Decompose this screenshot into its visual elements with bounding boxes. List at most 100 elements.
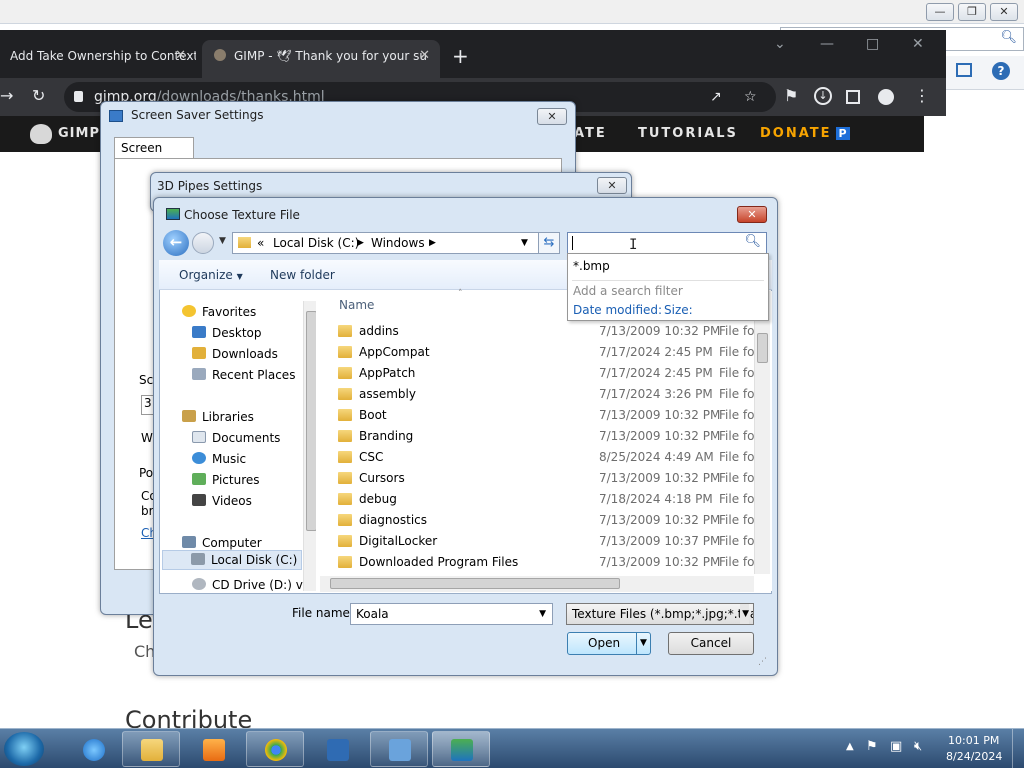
close-button[interactable]: ✕ [737, 206, 767, 223]
nav-desktop[interactable]: Desktop [192, 326, 262, 340]
table-row[interactable]: addins 7/13/2009 10:32 PM File fol [316, 321, 756, 342]
filter-size[interactable]: Size: [664, 303, 693, 317]
cancel-button[interactable]: Cancel [668, 632, 754, 655]
profile-icon[interactable] [878, 89, 894, 105]
new-folder-button[interactable]: New folder [270, 268, 335, 282]
chevron-down-icon[interactable]: ▼ [740, 604, 749, 624]
chevron-right-icon[interactable]: ▶ [357, 233, 364, 253]
close-tab-icon[interactable]: ✕ [419, 40, 430, 72]
address-dropdown-icon[interactable]: ▼ [521, 233, 528, 253]
nav-local-disk[interactable]: Local Disk (C:) [162, 550, 302, 570]
nav-favorites[interactable]: Favorites [182, 305, 256, 319]
scrollbar-thumb[interactable] [330, 578, 620, 589]
view-icon[interactable] [956, 63, 972, 77]
split-chevron-icon[interactable]: ▼ [636, 633, 650, 654]
close-window-icon[interactable]: ✕ [912, 36, 924, 52]
nav-item-tutorials[interactable]: TUTORIALS [638, 126, 738, 141]
table-row[interactable]: Boot 7/13/2009 10:32 PM File fol [316, 405, 756, 426]
back-icon[interactable]: ← [163, 230, 189, 256]
search-icon[interactable]: 🔍︎ [744, 234, 761, 249]
open-button[interactable]: Open ▼ [567, 632, 651, 655]
nav-recent-places[interactable]: Recent Places [192, 368, 295, 382]
scrollbar-thumb[interactable] [757, 333, 768, 363]
bg-maximize-button[interactable]: ❐ [958, 3, 986, 21]
table-row[interactable]: CSC 8/25/2024 4:49 AM File fol [316, 447, 756, 468]
taskbar-chrome[interactable] [246, 731, 304, 767]
taskbar-display-settings[interactable] [432, 731, 490, 767]
table-row[interactable]: AppPatch 7/17/2024 2:45 PM File fol [316, 363, 756, 384]
file-list-hscrollbar[interactable] [320, 576, 754, 592]
table-row[interactable]: AppCompat 7/17/2024 2:45 PM File fol [316, 342, 756, 363]
forward-icon[interactable] [192, 232, 214, 254]
menu-icon[interactable]: ⋮ [914, 86, 930, 105]
extension-icon[interactable]: ⚑ [784, 86, 798, 105]
close-button[interactable]: ✕ [597, 177, 627, 194]
taskbar-media-player[interactable] [184, 731, 242, 767]
help-icon[interactable]: ? [992, 62, 1010, 80]
search-icon[interactable]: 🔍︎ [1000, 30, 1017, 45]
file-type-select[interactable]: Texture Files (*.bmp;*.jpg;*.tga; ▼ [566, 603, 754, 625]
table-row[interactable]: assembly 7/17/2024 3:26 PM File fol [316, 384, 756, 405]
show-hidden-icons-icon[interactable]: ▲ [846, 741, 854, 752]
breadcrumb-folder[interactable]: Windows [371, 233, 425, 253]
maximize-icon[interactable]: □ [866, 36, 879, 52]
taskbar-explorer[interactable] [122, 731, 180, 767]
tab-search-icon[interactable]: ⌄ [774, 36, 786, 52]
new-tab-button[interactable]: + [452, 44, 469, 68]
breadcrumb-drive[interactable]: Local Disk (C:) [273, 233, 359, 253]
nav-libraries[interactable]: Libraries [182, 410, 254, 424]
network-icon[interactable]: ▣ [890, 739, 902, 754]
clock-time[interactable]: 10:01 PM [948, 734, 999, 747]
close-tab-icon[interactable]: ✕ [175, 40, 186, 72]
breadcrumb-overflow[interactable]: « [257, 233, 264, 253]
close-button[interactable]: ✕ [537, 108, 567, 125]
tab-gimp[interactable]: GIMP - 🕊 Thank you for your su ✕ [202, 40, 440, 78]
nav-cd-drive[interactable]: CD Drive (D:) virt [192, 578, 316, 592]
bg-close-button[interactable]: ✕ [990, 3, 1018, 21]
taskbar-disk-tool[interactable] [308, 731, 366, 767]
clock-date[interactable]: 8/24/2024 [946, 750, 1002, 763]
column-header-name[interactable]: Name [339, 298, 374, 312]
back-icon[interactable]: → [0, 86, 13, 105]
tab-screen-saver[interactable]: Screen Saver [114, 137, 194, 175]
nav-music[interactable]: Music [192, 452, 246, 466]
nav-item-partial[interactable]: ATE [574, 126, 607, 141]
bg-minimize-button[interactable]: — [926, 3, 954, 21]
nav-documents[interactable]: Documents [192, 431, 280, 445]
taskbar-control-panel[interactable] [370, 731, 428, 767]
suggestion-bmp[interactable]: *.bmp [573, 259, 610, 273]
filter-date-modified[interactable]: Date modified: [573, 303, 662, 317]
breadcrumb[interactable]: « Local Disk (C:) ▶ Windows ▶ ▼ [232, 232, 560, 254]
sidebar-icon[interactable] [846, 90, 860, 104]
table-row[interactable]: DigitalLocker 7/13/2009 10:37 PM File fol [316, 531, 756, 552]
table-row[interactable]: Branding 7/13/2009 10:32 PM File fol [316, 426, 756, 447]
nav-downloads[interactable]: Downloads [192, 347, 278, 361]
organize-button[interactable]: Organize ▼ [179, 268, 243, 282]
action-center-flag-icon[interactable]: ⚑ [866, 739, 878, 754]
table-row[interactable]: Cursors 7/13/2009 10:32 PM File fol [316, 468, 756, 489]
show-desktop-button[interactable] [1012, 729, 1024, 768]
share-icon[interactable]: ↗ [710, 82, 722, 112]
nav-item-donate[interactable]: DONATE P [760, 126, 850, 141]
tab-take-ownership[interactable]: Add Take Ownership to Context ✕ [0, 40, 196, 78]
star-icon[interactable]: ☆ [744, 82, 757, 112]
reload-icon[interactable]: ↻ [32, 86, 45, 105]
download-icon[interactable]: ↓ [814, 87, 832, 105]
chevron-down-icon[interactable]: ▼ [539, 604, 546, 624]
start-button-icon[interactable] [4, 732, 44, 766]
taskbar-internet-explorer[interactable] [64, 731, 122, 767]
nav-computer[interactable]: Computer [182, 536, 262, 550]
file-name-input[interactable]: Koala ▼ [350, 603, 553, 625]
lock-icon[interactable] [74, 91, 83, 102]
chevron-right-icon[interactable]: ▶ [429, 233, 436, 253]
site-logo-text[interactable]: GIMP [58, 126, 100, 141]
resize-grip-icon[interactable]: ⋰ [758, 657, 767, 667]
nav-videos[interactable]: Videos [192, 494, 252, 508]
minimize-icon[interactable]: — [820, 36, 834, 52]
volume-muted-icon[interactable]: 🔇︎ [914, 739, 922, 754]
nav-pictures[interactable]: Pictures [192, 473, 260, 487]
recent-locations-chevron-icon[interactable]: ▼ [219, 236, 226, 246]
refresh-icon[interactable]: ⇆ [538, 232, 560, 254]
table-row[interactable]: diagnostics 7/13/2009 10:32 PM File fol [316, 510, 756, 531]
file-list-scrollbar[interactable] [754, 291, 770, 574]
